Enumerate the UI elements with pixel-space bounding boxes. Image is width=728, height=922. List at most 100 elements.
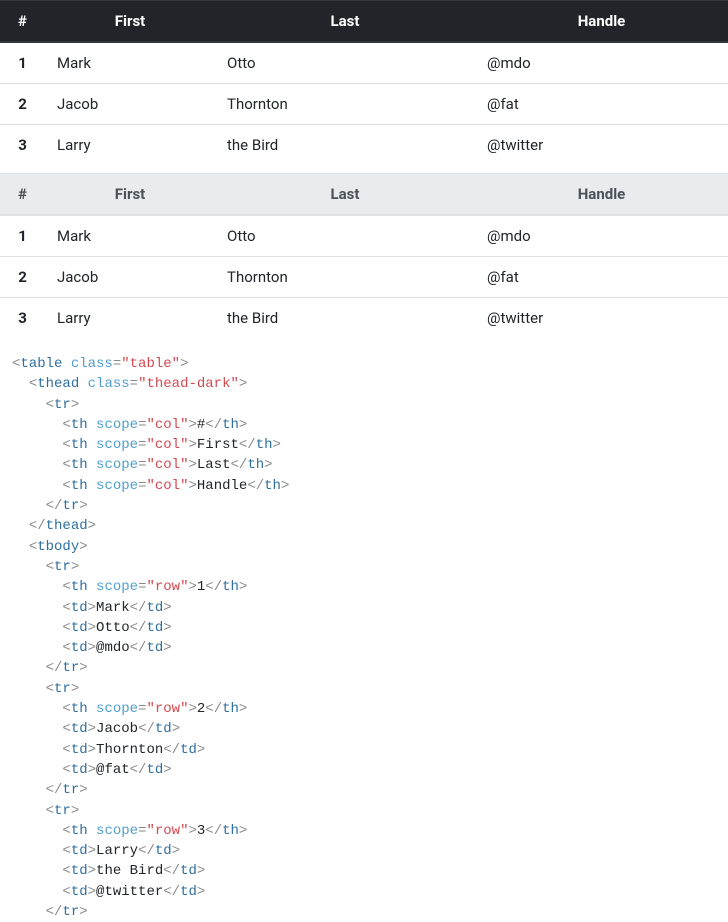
code-token: [12, 417, 62, 433]
cell-num: 1: [0, 215, 45, 257]
code-token: </: [130, 620, 147, 636]
code-token: td: [146, 600, 163, 616]
code-token: </: [29, 518, 46, 534]
code-token: <: [29, 376, 37, 392]
cell-num: 2: [0, 84, 45, 125]
code-token: <: [62, 762, 70, 778]
cell-first: Jacob: [45, 84, 215, 125]
code-token: <: [62, 579, 70, 595]
code-token: <: [62, 417, 70, 433]
table-row: 2 Jacob Thornton @fat: [0, 84, 728, 125]
cell-num: 1: [0, 42, 45, 84]
code-token: th: [247, 457, 264, 473]
code-token: [88, 823, 96, 839]
code-token: >: [71, 681, 79, 697]
code-token: Larry: [96, 843, 138, 859]
table-head-dark: # First Last Handle: [0, 1, 728, 43]
code-token: thead: [46, 518, 88, 534]
code-token: <: [46, 803, 54, 819]
code-token: [12, 559, 46, 575]
code-token: <: [62, 640, 70, 656]
code-token: [12, 620, 62, 636]
col-header-first: First: [45, 1, 215, 43]
example-table-light: # First Last Handle 1 Mark Otto @mdo 2 J…: [0, 173, 728, 338]
code-token: <: [46, 681, 54, 697]
table-head-light: # First Last Handle: [0, 174, 728, 216]
code-token: [12, 457, 62, 473]
code-token: th: [71, 823, 88, 839]
code-token: scope: [96, 417, 138, 433]
code-token: "col": [146, 457, 188, 473]
code-token: td: [71, 863, 88, 879]
code-token: [88, 457, 96, 473]
table-body: 1 Mark Otto @mdo 2 Jacob Thornton @fat 3…: [0, 42, 728, 165]
code-token: >: [180, 356, 188, 372]
code-token: td: [146, 640, 163, 656]
code-token: "row": [146, 823, 188, 839]
code-token: td: [180, 742, 197, 758]
code-token: >: [163, 762, 171, 778]
code-token: [12, 884, 62, 900]
col-header-num: #: [0, 1, 45, 43]
table-row: 1 Mark Otto @mdo: [0, 215, 728, 257]
table-row: 2 Jacob Thornton @fat: [0, 257, 728, 298]
code-token: [12, 681, 46, 697]
code-token: >: [88, 518, 96, 534]
code-token: [12, 437, 62, 453]
code-token: >: [163, 640, 171, 656]
cell-last: the Bird: [215, 298, 475, 339]
code-token: =: [138, 823, 146, 839]
code-token: td: [71, 600, 88, 616]
code-token: =: [113, 356, 121, 372]
code-token: the Bird: [96, 863, 163, 879]
code-token: tr: [62, 904, 79, 920]
code-token: td: [71, 742, 88, 758]
code-token: td: [155, 721, 172, 737]
code-token: td: [146, 762, 163, 778]
table-row: 3 Larry the Bird @twitter: [0, 298, 728, 339]
code-token: Mark: [96, 600, 130, 616]
code-token: >: [71, 803, 79, 819]
cell-last: Otto: [215, 215, 475, 257]
code-token: th: [71, 437, 88, 453]
code-token: th: [222, 579, 239, 595]
code-token: th: [222, 701, 239, 717]
code-token: >: [188, 823, 196, 839]
code-token: td: [71, 640, 88, 656]
code-token: [12, 397, 46, 413]
code-token: scope: [96, 478, 138, 494]
code-token: td: [71, 762, 88, 778]
code-token: </: [46, 498, 63, 514]
code-token: [12, 498, 46, 514]
code-token: [12, 539, 29, 555]
table-header-row: # First Last Handle: [0, 174, 728, 216]
code-token: [12, 863, 62, 879]
code-token: >: [239, 823, 247, 839]
code-token: >: [197, 884, 205, 900]
code-token: </: [130, 600, 147, 616]
code-token: [12, 721, 62, 737]
code-token: <: [62, 843, 70, 859]
code-token: >: [88, 721, 96, 737]
code-token: </: [163, 863, 180, 879]
code-token: [88, 701, 96, 717]
code-token: >: [239, 579, 247, 595]
code-token: "col": [146, 417, 188, 433]
code-token: scope: [96, 437, 138, 453]
code-token: th: [71, 417, 88, 433]
code-token: >: [79, 539, 87, 555]
code-token: >: [188, 417, 196, 433]
code-token: scope: [96, 823, 138, 839]
cell-first: Larry: [45, 125, 215, 166]
table-header-row: # First Last Handle: [0, 1, 728, 43]
cell-num: 2: [0, 257, 45, 298]
code-token: [12, 701, 62, 717]
code-token: </: [205, 823, 222, 839]
cell-last: Thornton: [215, 257, 475, 298]
cell-handle: @mdo: [475, 215, 728, 257]
code-token: th: [222, 823, 239, 839]
code-token: td: [71, 884, 88, 900]
code-token: tr: [62, 782, 79, 798]
code-token: </: [46, 782, 63, 798]
code-token: <: [62, 478, 70, 494]
